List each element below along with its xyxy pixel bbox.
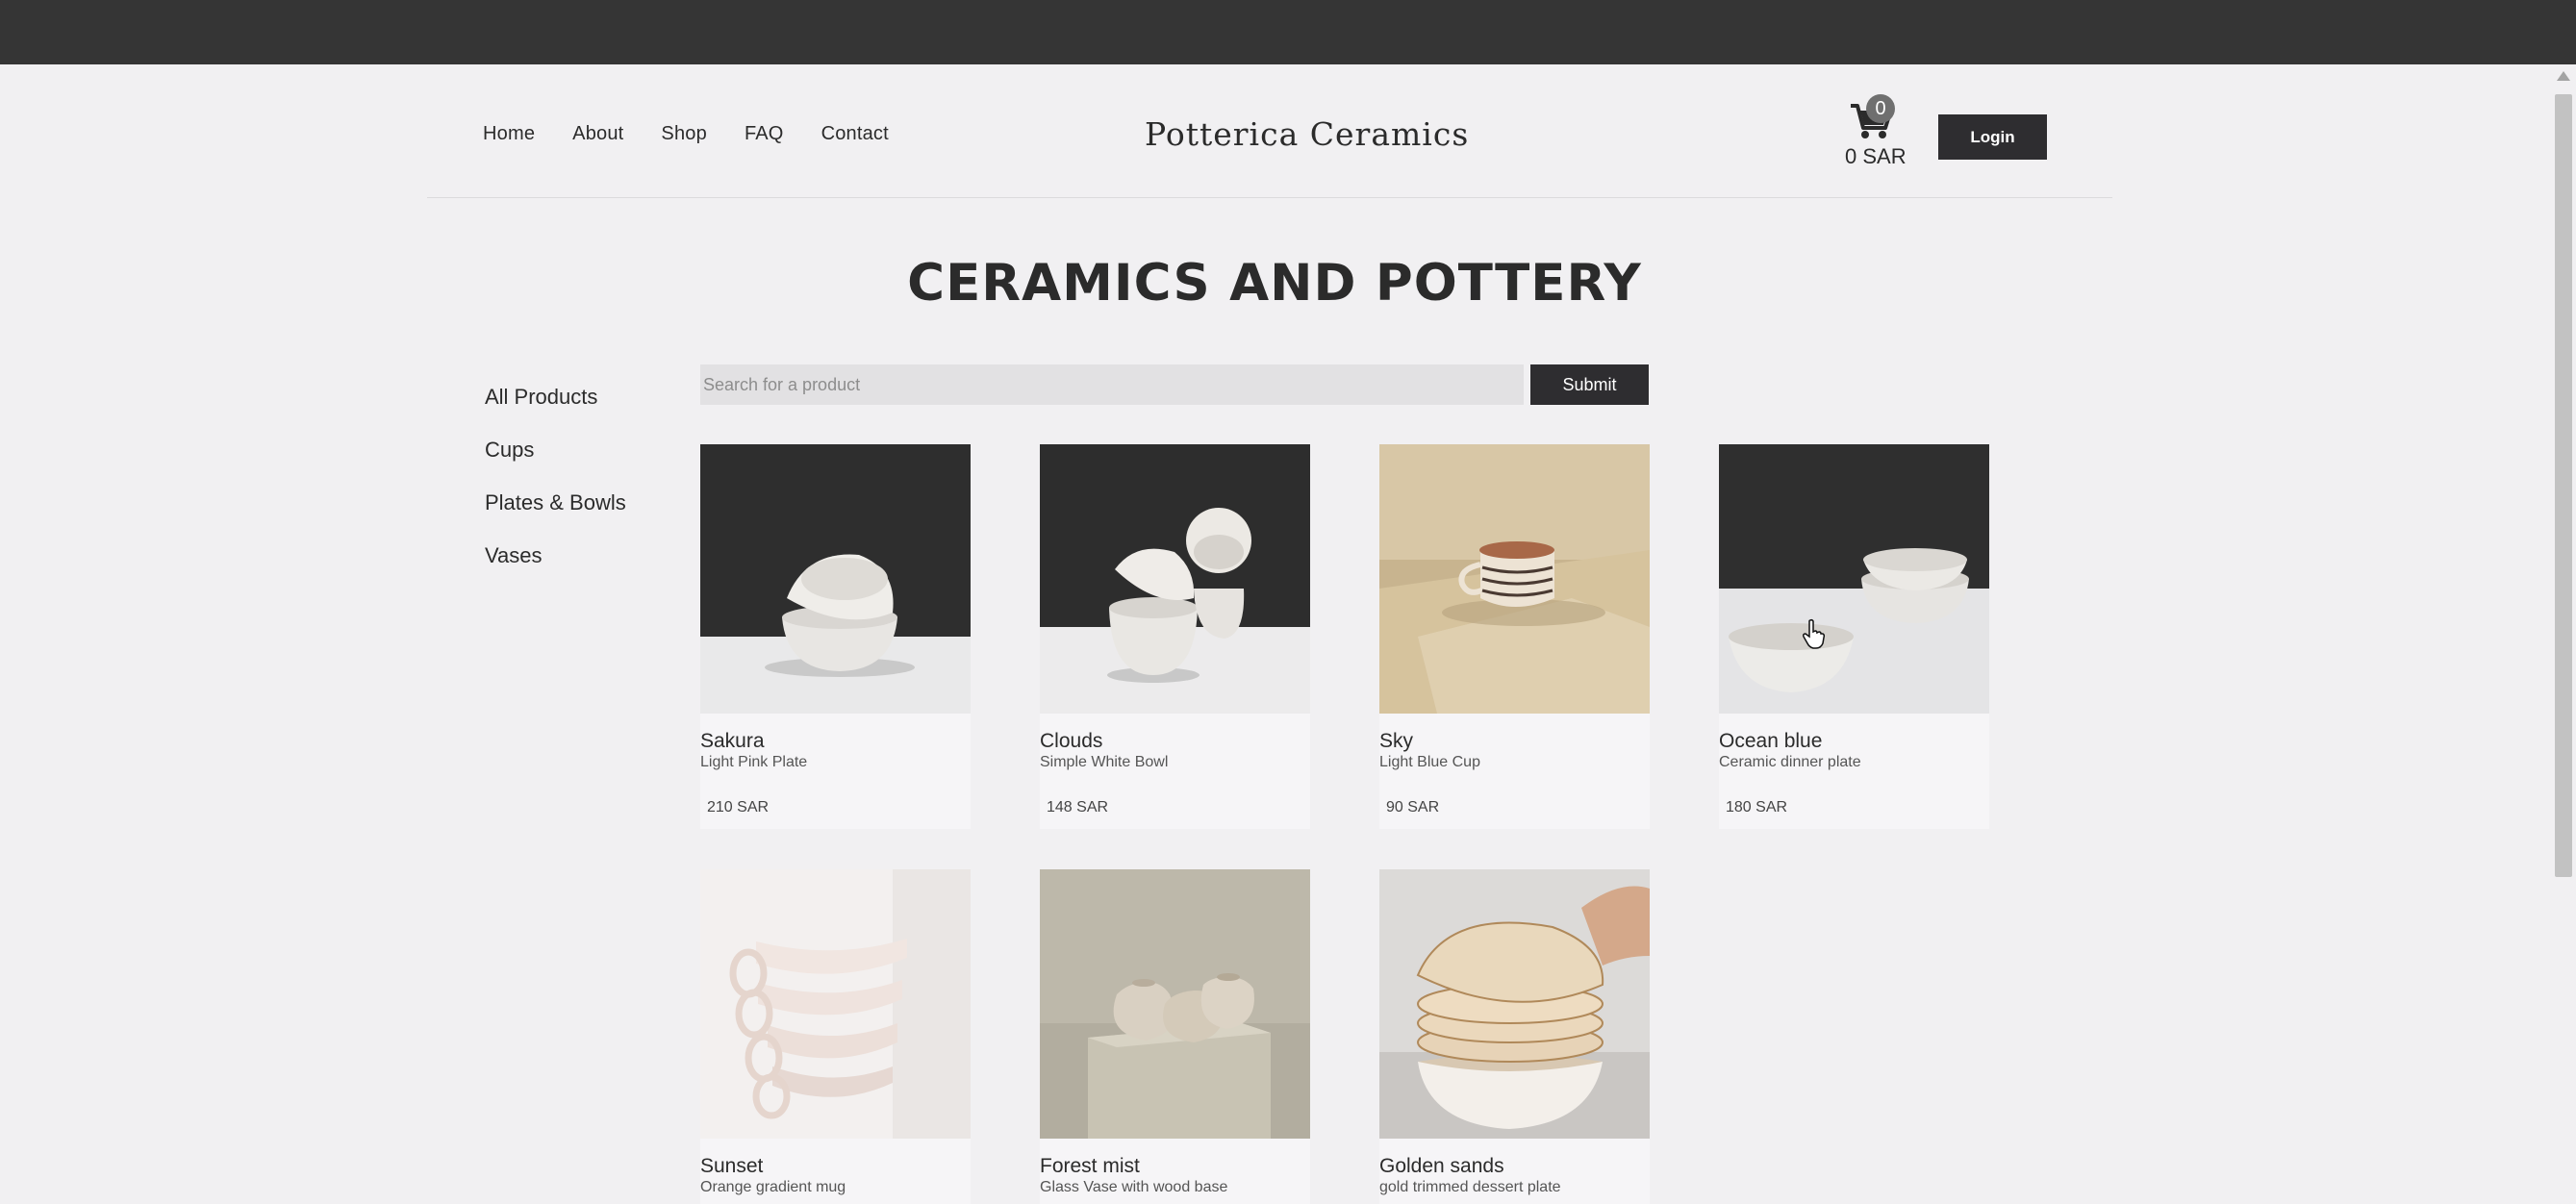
sidebar-item-cups[interactable]: Cups [485,438,626,490]
product-name[interactable]: Sunset [700,1155,763,1178]
brand-logo[interactable]: Potterica Ceramics [1145,115,1469,153]
product-image[interactable] [1040,869,1310,1139]
search-input[interactable] [700,364,1524,405]
product-grid: Sakura Light Pink Plate 210 SAR Clouds S… [700,444,1989,1204]
product-card[interactable]: Sunset Orange gradient mug [700,869,971,1204]
product-card[interactable]: Forest mist Glass Vase with wood base [1040,869,1310,1204]
scroll-up-arrow-icon[interactable] [2557,71,2570,81]
product-name[interactable]: Sakura [700,730,765,753]
product-card[interactable]: Golden sands gold trimmed dessert plate [1379,869,1650,1204]
header-divider [427,197,2112,198]
product-name[interactable]: Ocean blue [1719,730,1822,753]
product-description: Ceramic dinner plate [1719,754,1861,770]
product-name[interactable]: Clouds [1040,730,1102,753]
cart-total: 0 SAR [1845,144,1907,168]
nav-faq-link[interactable]: FAQ [745,123,784,145]
pointer-cursor-icon [1803,618,1826,649]
product-card[interactable]: Clouds Simple White Bowl 148 SAR [1040,444,1310,829]
submit-button[interactable]: Submit [1530,364,1649,405]
nav-contact-link[interactable]: Contact [821,123,889,145]
product-price: 148 SAR [1047,799,1109,815]
main-nav: Home About Shop FAQ Contact [483,123,926,145]
login-button[interactable]: Login [1938,114,2047,160]
product-description: Glass Vase with wood base [1040,1179,1228,1195]
scrollbar-thumb[interactable] [2555,94,2572,877]
page-title: CERAMICS AND POTTERY [907,254,1642,313]
sidebar-item-vases[interactable]: Vases [485,543,626,596]
cart-button[interactable]: 0 0 SAR [1843,90,1920,173]
product-price: 210 SAR [707,799,770,815]
cart-count-badge: 0 [1866,94,1895,123]
product-image[interactable] [1379,444,1650,714]
product-description: Light Blue Cup [1379,754,1480,770]
category-sidebar: All Products Cups Plates & Bowls Vases [485,385,626,596]
product-description: Orange gradient mug [700,1179,846,1195]
product-name[interactable]: Golden sands [1379,1155,1504,1178]
nav-home-link[interactable]: Home [483,123,535,145]
product-description: gold trimmed dessert plate [1379,1179,1561,1195]
product-image[interactable] [1379,869,1650,1139]
product-image[interactable] [700,444,971,714]
product-price: 180 SAR [1726,799,1788,815]
browser-top-bar [0,0,2576,64]
nav-shop-link[interactable]: Shop [661,123,707,145]
sidebar-item-all-products[interactable]: All Products [485,385,626,438]
nav-about-link[interactable]: About [572,123,623,145]
product-name[interactable]: Sky [1379,730,1413,753]
product-description: Light Pink Plate [700,754,808,770]
product-description: Simple White Bowl [1040,754,1169,770]
sidebar-item-plates-bowls[interactable]: Plates & Bowls [485,490,626,543]
product-price: 90 SAR [1386,799,1440,815]
product-image[interactable] [1719,444,1989,714]
product-card[interactable]: Ocean blue Ceramic dinner plate 180 SAR [1719,444,1989,829]
product-image[interactable] [1040,444,1310,714]
product-image[interactable] [700,869,971,1139]
product-card[interactable]: Sky Light Blue Cup 90 SAR [1379,444,1650,829]
product-name[interactable]: Forest mist [1040,1155,1140,1178]
product-card[interactable]: Sakura Light Pink Plate 210 SAR [700,444,971,829]
